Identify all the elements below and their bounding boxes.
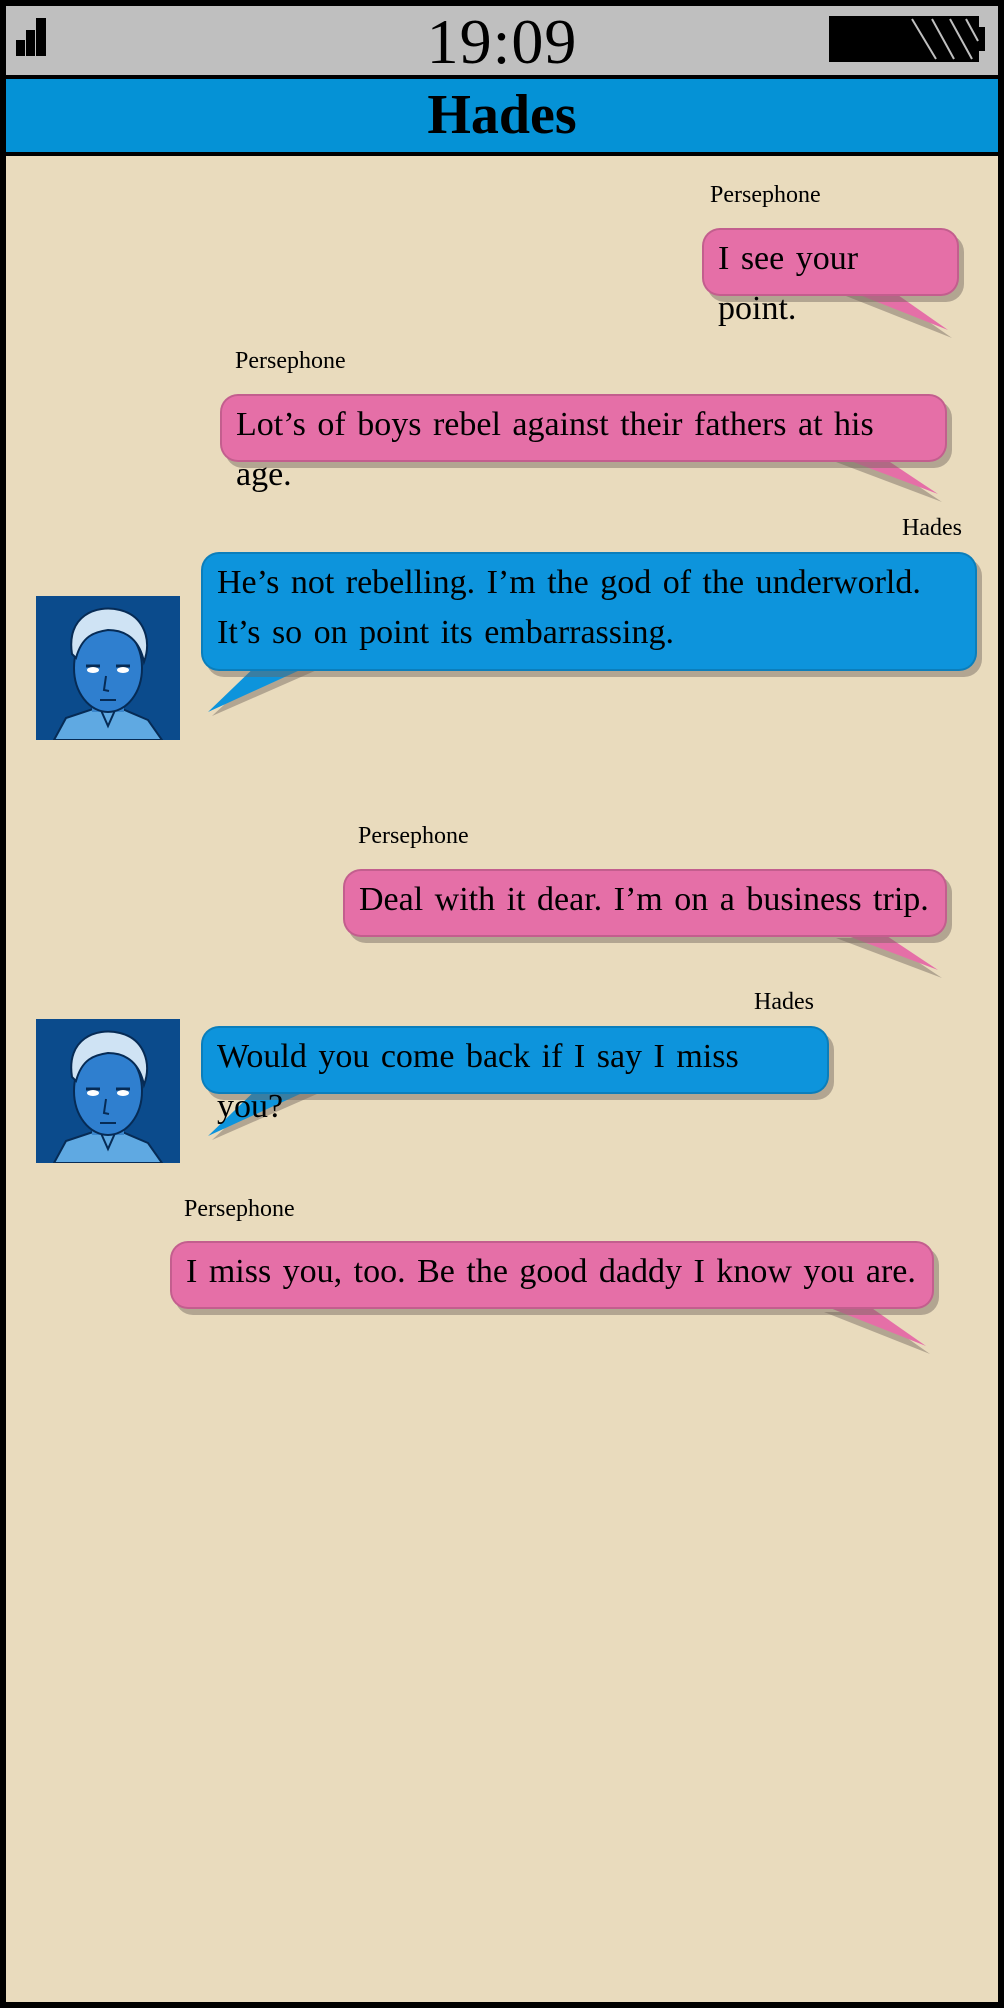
status-bar: 19:09 — [6, 6, 998, 79]
hades-avatar[interactable] — [36, 596, 180, 740]
battery-icon — [829, 16, 985, 62]
message-bubble-outgoing[interactable]: Lot’s of boys rebel against their father… — [220, 394, 947, 493]
message-sender: Persephone — [710, 182, 821, 208]
message-sender: Hades — [754, 989, 814, 1015]
message-sender: Persephone — [235, 348, 346, 374]
avatar-portrait — [36, 596, 180, 740]
contact-name: Hades — [427, 84, 577, 146]
message-bubble-outgoing[interactable]: I miss you, too. Be the good daddy I kno… — [170, 1241, 934, 1309]
message-sender: Hades — [902, 515, 962, 541]
message-bubble-outgoing[interactable]: Deal with it dear. I’m on a business tri… — [343, 869, 947, 937]
chat-header: Hades — [6, 79, 998, 156]
message-sender: Persephone — [358, 823, 469, 849]
bubble-tail — [820, 1304, 930, 1354]
bubble-tail — [832, 930, 942, 978]
avatar-portrait — [36, 1019, 180, 1163]
message-sender: Persephone — [184, 1196, 295, 1222]
message-bubble-incoming[interactable]: He’s not rebelling. I’m the god of the u… — [201, 552, 977, 671]
hades-avatar[interactable] — [36, 1019, 180, 1163]
phone-screen: 19:09 Hades Persephone I see your point.… — [0, 0, 1004, 2008]
message-bubble-incoming[interactable]: Would you come back if I say I miss you? — [201, 1026, 829, 1125]
message-bubble-outgoing[interactable]: I see your point. — [702, 228, 959, 327]
